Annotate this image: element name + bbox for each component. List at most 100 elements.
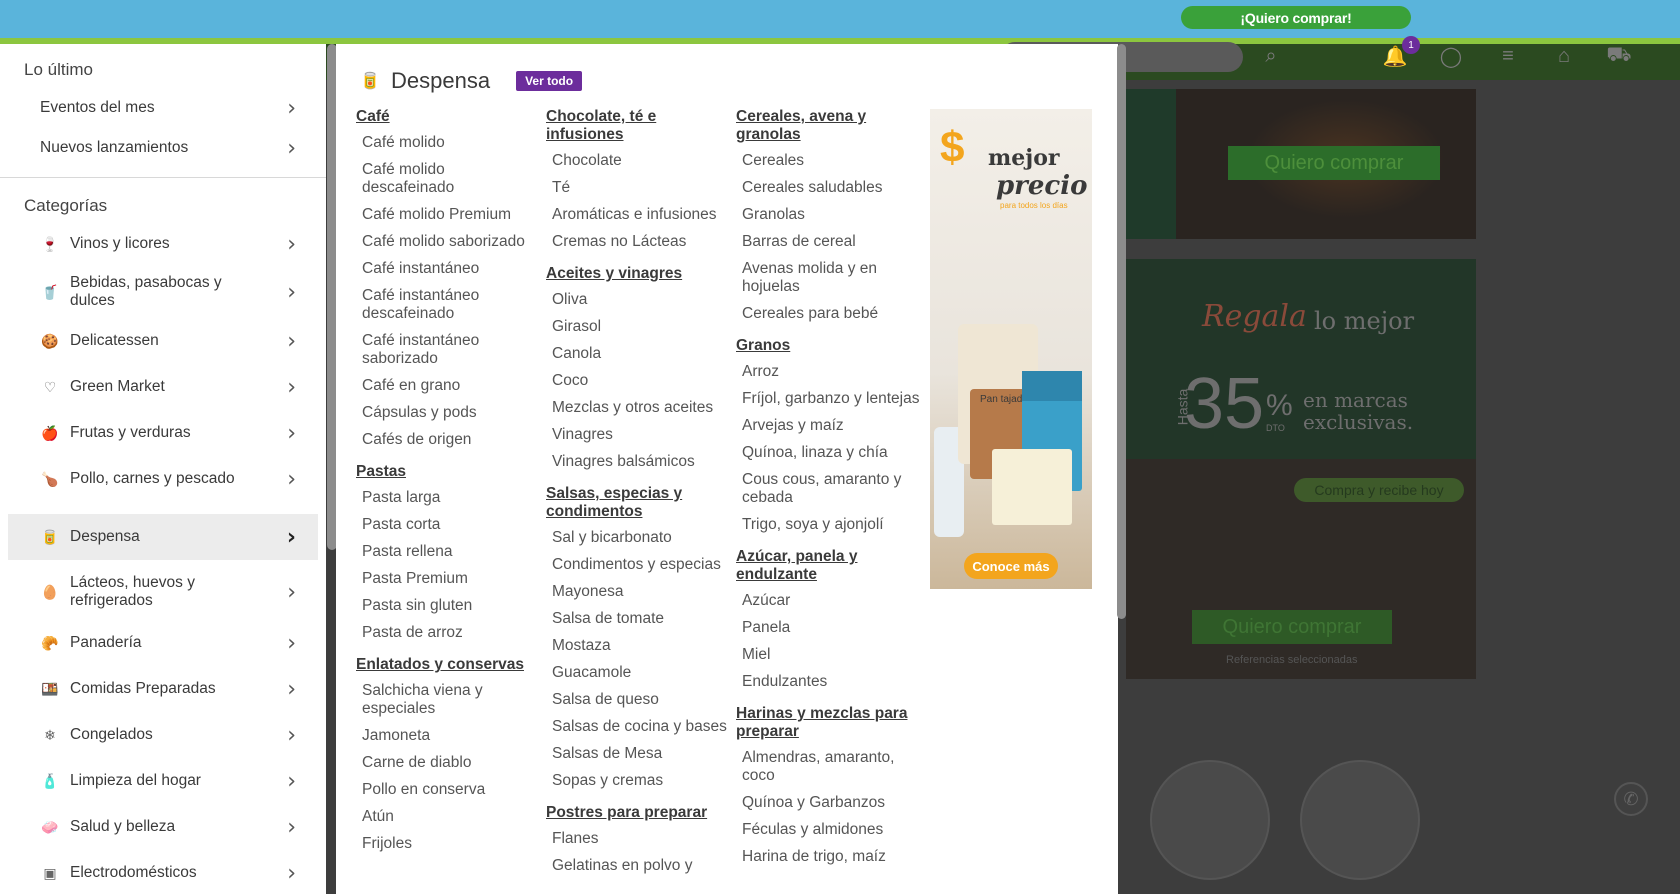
subcategory-link[interactable]: Cremas no Lácteas — [546, 233, 730, 251]
category-pollo[interactable]: 🍗 Pollo, carnes y pescado › — [8, 456, 318, 502]
subcategory-link[interactable]: Cafés de origen — [356, 431, 540, 449]
category-delicatessen[interactable]: 🍪 Delicatessen › — [8, 318, 318, 364]
subcategory-title[interactable]: Granos — [736, 337, 920, 355]
list-icon[interactable]: ≡ — [1494, 42, 1522, 70]
subcategory-link[interactable]: Féculas y almidones — [736, 821, 920, 839]
subcategory-link[interactable]: Azúcar — [736, 592, 920, 610]
subcategory-link[interactable]: Café molido descafeinado — [356, 161, 540, 197]
subcategory-link[interactable]: Cereales — [736, 152, 920, 170]
subcategory-link[interactable]: Harina de trigo, maíz — [736, 848, 920, 866]
subcategory-link[interactable]: Arroz — [736, 363, 920, 381]
subcategory-title[interactable]: Cereales, avena y granolas — [736, 108, 920, 144]
subcategory-link[interactable]: Girasol — [546, 318, 730, 336]
basket-icon[interactable]: ⌂ — [1550, 42, 1578, 70]
latest-item-lanzamientos[interactable]: Nuevos lanzamientos › — [8, 128, 318, 168]
subcategory-link[interactable]: Condimentos y especias — [546, 556, 730, 574]
subcategory-link[interactable]: Flanes — [546, 830, 730, 848]
category-vinos[interactable]: 🍷 Vinos y licores › — [8, 222, 318, 266]
subcategory-title[interactable]: Salsas, especias y condimentos — [546, 485, 730, 521]
subcategory-link[interactable]: Mostaza — [546, 637, 730, 655]
subcategory-link[interactable]: Fríjol, garbanzo y lentejas — [736, 390, 920, 408]
latest-item-eventos[interactable]: Eventos del mes › — [8, 88, 318, 128]
subcategory-link[interactable]: Salsas de Mesa — [546, 745, 730, 763]
subcategory-link[interactable]: Cous cous, amaranto y cebada — [736, 471, 920, 507]
banner-buy-button[interactable]: Quiero comprar — [1228, 146, 1440, 180]
cart-icon[interactable]: ⛟ — [1605, 42, 1633, 70]
subcategory-link[interactable]: Pasta rellena — [356, 543, 540, 561]
subcategory-link[interactable]: Frijoles — [356, 835, 540, 853]
category-green-market[interactable]: ♡ Green Market › — [8, 364, 318, 410]
subcategory-link[interactable]: Vinagres balsámicos — [546, 453, 730, 471]
subcategory-link[interactable]: Oliva — [546, 291, 730, 309]
subcategory-title[interactable]: Postres para preparar — [546, 804, 730, 822]
subcategory-link[interactable]: Té — [546, 179, 730, 197]
subcategory-link[interactable]: Mezclas y otros aceites — [546, 399, 730, 417]
subcategory-link[interactable]: Atún — [356, 808, 540, 826]
subcategory-link[interactable]: Barras de cereal — [736, 233, 920, 251]
subcategory-link[interactable]: Salsa de tomate — [546, 610, 730, 628]
subcategory-link[interactable]: Pasta sin gluten — [356, 597, 540, 615]
subcategory-link[interactable]: Cápsulas y pods — [356, 404, 540, 422]
category-salud[interactable]: 🧼 Salud y belleza › — [8, 804, 318, 850]
subcategory-title[interactable]: Aceites y vinagres — [546, 265, 730, 283]
subcategory-link[interactable]: Café molido saborizado — [356, 233, 540, 251]
subcategory-link[interactable]: Café instantáneo descafeinado — [356, 287, 540, 323]
salad-category-image[interactable] — [1150, 760, 1270, 880]
subcategory-link[interactable]: Café instantáneo saborizado — [356, 332, 540, 368]
hero-banner[interactable]: Quiero comprar — [1126, 89, 1476, 239]
category-congelados[interactable]: ❄ Congelados › — [8, 712, 318, 758]
category-frutas[interactable]: 🍎 Frutas y verduras › — [8, 410, 318, 456]
subcategory-link[interactable]: Panela — [736, 619, 920, 637]
subcategory-link[interactable]: Quínoa y Garbanzos — [736, 794, 920, 812]
subcategory-link[interactable]: Chocolate — [546, 152, 730, 170]
category-bebidas[interactable]: 🥤 Bebidas, pasabocas y dulces › — [8, 266, 318, 318]
category-panaderia[interactable]: 🥐 Panadería › — [8, 620, 318, 666]
category-limpieza[interactable]: 🧴 Limpieza del hogar › — [8, 758, 318, 804]
ver-todo-button[interactable]: Ver todo — [516, 71, 583, 91]
subcategory-title[interactable]: Café — [356, 108, 540, 126]
subcategory-link[interactable]: Coco — [546, 372, 730, 390]
promo-banner[interactable]: Regala lo mejor Hasta 35 % DTO en marcas… — [1126, 259, 1476, 679]
subcategory-link[interactable]: Pollo en conserva — [356, 781, 540, 799]
subcategory-link[interactable]: Vinagres — [546, 426, 730, 444]
search-icon[interactable]: ⌕ — [1257, 42, 1285, 70]
subcategory-link[interactable]: Quínoa, linaza y chía — [736, 444, 920, 462]
subcategory-link[interactable]: Pasta Premium — [356, 570, 540, 588]
subcategory-link[interactable]: Guacamole — [546, 664, 730, 682]
user-icon[interactable]: ◯ — [1437, 42, 1465, 70]
subcategory-title[interactable]: Harinas y mezclas para preparar — [736, 705, 920, 741]
mega-menu-scrollbar[interactable] — [1117, 44, 1126, 619]
subcategory-link[interactable]: Trigo, soya y ajonjolí — [736, 516, 920, 534]
category-despensa[interactable]: 🥫 Despensa › — [8, 514, 318, 560]
subcategory-link[interactable]: Granolas — [736, 206, 920, 224]
subcategory-link[interactable]: Pasta corta — [356, 516, 540, 534]
subcategory-link[interactable]: Endulzantes — [736, 673, 920, 691]
subcategory-link[interactable]: Sal y bicarbonato — [546, 529, 730, 547]
subcategory-link[interactable]: Café molido — [356, 134, 540, 152]
subcategory-link[interactable]: Cereales para bebé — [736, 305, 920, 323]
subcategory-title[interactable]: Chocolate, té e infusiones — [546, 108, 730, 144]
category-lacteos[interactable]: 🥚 Lácteos, huevos y refrigerados › — [8, 566, 318, 618]
subcategory-link[interactable]: Sopas y cremas — [546, 772, 730, 790]
subcategory-link[interactable]: Almendras, amaranto, coco — [736, 749, 920, 785]
subcategory-link[interactable]: Pasta larga — [356, 489, 540, 507]
subcategory-link[interactable]: Carne de diablo — [356, 754, 540, 772]
subcategory-link[interactable]: Salsas de cocina y bases — [546, 718, 730, 736]
quiero-comprar-button[interactable]: ¡Quiero comprar! — [1181, 6, 1411, 29]
whatsapp-icon[interactable]: ✆ — [1614, 782, 1648, 816]
subcategory-link[interactable]: Salsa de queso — [546, 691, 730, 709]
subcategory-link[interactable]: Arvejas y maíz — [736, 417, 920, 435]
subcategory-title[interactable]: Enlatados y conservas — [356, 656, 540, 674]
subcategory-link[interactable]: Mayonesa — [546, 583, 730, 601]
subcategory-link[interactable]: Café instantáneo — [356, 260, 540, 278]
subcategory-link[interactable]: Avenas molida y en hojuelas — [736, 260, 920, 296]
subcategory-link[interactable]: Aromáticas e infusiones — [546, 206, 730, 224]
promo-buy-button[interactable]: Quiero comprar — [1192, 610, 1392, 644]
subcategory-link[interactable]: Pasta de arroz — [356, 624, 540, 642]
subcategory-title[interactable]: Azúcar, panela y endulzante — [736, 548, 920, 584]
subcategory-link[interactable]: Gelatinas en polvo y — [546, 857, 730, 875]
subcategory-link[interactable]: Café molido Premium — [356, 206, 540, 224]
mejor-precio-ad[interactable]: $ mejor precio para todos los días Pan t… — [930, 109, 1092, 589]
subcategory-link[interactable]: Café en grano — [356, 377, 540, 395]
subcategory-link[interactable]: Cereales saludables — [736, 179, 920, 197]
